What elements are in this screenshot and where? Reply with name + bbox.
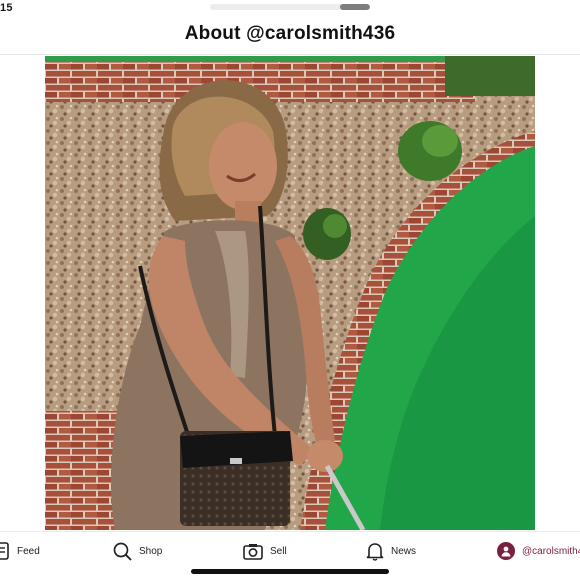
tab-news[interactable]: News xyxy=(366,532,416,570)
tab-profile[interactable]: @carolsmith4 xyxy=(497,532,580,570)
avatar-icon xyxy=(497,542,515,560)
tab-sell[interactable]: Sell xyxy=(243,532,287,570)
sheet-drag-handle[interactable] xyxy=(210,4,370,10)
tab-profile-label: @carolsmith4 xyxy=(522,545,580,557)
status-time: 15 xyxy=(0,2,13,14)
tab-feed[interactable]: Feed xyxy=(0,532,40,570)
profile-photo xyxy=(45,56,535,530)
photo-illustration xyxy=(45,56,535,530)
drag-handle-thumb xyxy=(340,4,370,10)
tab-feed-label: Feed xyxy=(17,545,40,557)
tab-news-label: News xyxy=(391,545,417,557)
feed-icon xyxy=(0,542,10,560)
tab-shop[interactable]: Shop xyxy=(113,532,162,570)
home-indicator xyxy=(191,569,389,574)
bell-icon xyxy=(366,542,384,561)
page-title: About @carolsmith436 xyxy=(184,23,396,44)
tab-shop-label: Shop xyxy=(139,545,163,557)
header: About @carolsmith436 xyxy=(0,14,580,55)
tab-sell-label: Sell xyxy=(270,545,287,557)
camera-icon xyxy=(243,543,263,560)
search-icon xyxy=(113,542,132,561)
